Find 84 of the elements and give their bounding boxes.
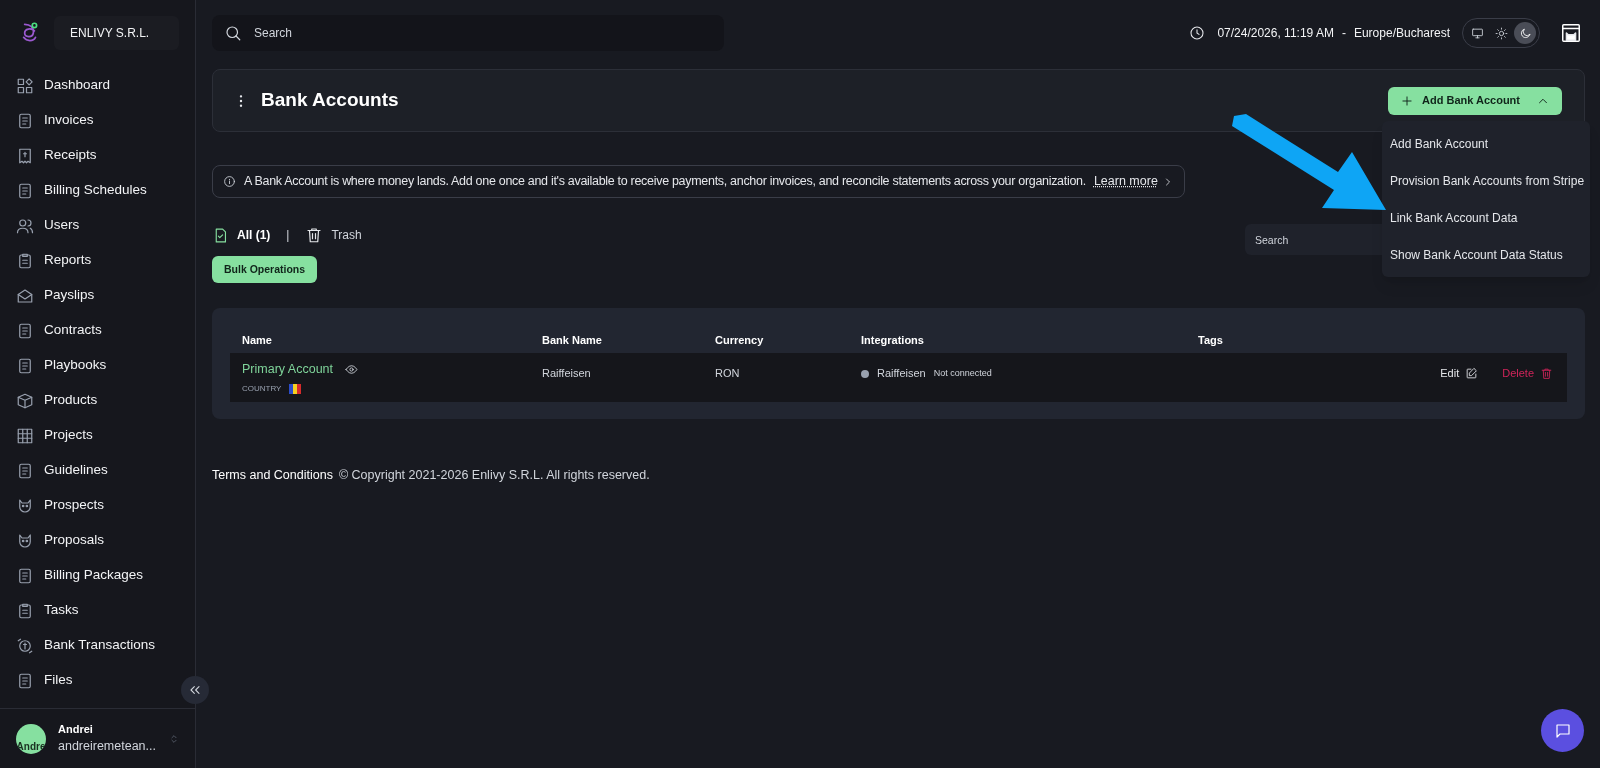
- separator-dash: -: [1341, 25, 1346, 42]
- column-header: Integrations: [861, 333, 925, 349]
- flag-icon: [289, 383, 302, 394]
- integration-name: Raiffeisen: [877, 366, 926, 382]
- box-icon: [16, 391, 34, 410]
- sidebar-item[interactable]: Dashboard: [16, 68, 179, 103]
- cat-icon: [16, 531, 34, 550]
- integration-status: Not connected: [933, 366, 992, 380]
- column-header: Bank Name: [542, 333, 603, 349]
- document-icon: [16, 321, 34, 340]
- sidebar-item[interactable]: Projects: [16, 418, 179, 453]
- column-header: Tags: [1198, 333, 1224, 349]
- trash-icon: [305, 226, 324, 244]
- clock-icon: [1189, 25, 1206, 41]
- learn-more-link[interactable]: Learn more: [1093, 172, 1174, 191]
- dashboard-icon: [16, 76, 34, 95]
- copyright-text: © Copyright 2021-2026 Enlivy S.R.L. All rights reserved.: [338, 467, 650, 484]
- sidebar-item[interactable]: Users: [16, 208, 179, 243]
- eye-icon: [345, 363, 358, 376]
- sidebar-item[interactable]: Prospects: [16, 488, 179, 523]
- user-email: andreiremetean...: [58, 738, 157, 756]
- menu-item[interactable]: Add Bank Account: [1382, 125, 1590, 162]
- document-icon: [16, 111, 34, 130]
- sidebar-item[interactable]: Files: [16, 663, 179, 698]
- receipt-icon: [16, 146, 34, 165]
- info-icon: [223, 175, 236, 188]
- search-field[interactable]: Search: [212, 15, 724, 51]
- sidebar-item[interactable]: Payslips: [16, 278, 179, 313]
- tab-divider: |: [286, 227, 290, 244]
- sidebar-item[interactable]: Bank Transactions: [16, 628, 179, 663]
- sidebar-item[interactable]: Products: [16, 383, 179, 418]
- company-name: ENLIVY S.R.L.: [54, 16, 179, 50]
- table-cell-text: RON: [715, 366, 741, 382]
- page-title: Bank Accounts: [261, 88, 399, 113]
- monitor-icon: [1470, 26, 1484, 40]
- sidebar-item[interactable]: Billing Schedules: [16, 173, 179, 208]
- timezone: Europe/Bucharest: [1353, 25, 1450, 42]
- document-icon: [16, 181, 34, 200]
- cat-window-icon: [1560, 22, 1582, 44]
- sidebar-item[interactable]: Reports: [16, 243, 179, 278]
- search-icon: [224, 24, 242, 42]
- bulk-operations-button[interactable]: Bulk Operations: [212, 256, 318, 283]
- sidebar-item[interactable]: Proposals: [16, 523, 179, 558]
- sidebar-item[interactable]: Invoices: [16, 103, 179, 138]
- cat-icon: [16, 496, 34, 515]
- column-header: Currency: [715, 333, 765, 349]
- document-icon: [16, 356, 34, 375]
- sidebar-item[interactable]: Contracts: [16, 313, 179, 348]
- plus-icon: [1400, 93, 1414, 108]
- terms-link[interactable]: Terms and Conditions: [212, 466, 333, 485]
- grid-icon: [16, 426, 34, 445]
- date-time: 07/24/2026, 11:19 AM: [1217, 25, 1334, 42]
- sidebar-item[interactable]: Tasks: [16, 593, 179, 628]
- theme-dark-button[interactable]: [1514, 22, 1536, 44]
- menu-item[interactable]: Provision Bank Accounts from Stripe: [1382, 162, 1590, 199]
- delete-button[interactable]: Delete: [1502, 365, 1553, 382]
- sidebar-item[interactable]: Billing Packages: [16, 558, 179, 593]
- clipboard-icon: [16, 601, 34, 620]
- add-bank-account-button[interactable]: Add Bank Account: [1388, 86, 1562, 115]
- document-icon: [16, 566, 34, 585]
- document-icon: [16, 671, 34, 690]
- user-name: Andrei: [58, 721, 94, 737]
- chat-button[interactable]: [1541, 709, 1584, 752]
- tab[interactable]: Trash: [305, 226, 362, 244]
- users-icon: [16, 216, 34, 235]
- sidebar-item[interactable]: Playbooks: [16, 348, 179, 383]
- edit-button[interactable]: Edit: [1440, 365, 1479, 382]
- account-name-link[interactable]: Primary Account: [242, 360, 333, 379]
- info-text: A Bank Account is where money lands. Add one once and it's available to receive payments, anchor invoices, and reconcile statements across your organization.: [244, 173, 1086, 191]
- table-cell-text: Raiffeisen: [542, 366, 592, 382]
- collapse-button[interactable]: [181, 676, 209, 704]
- document-icon: [16, 461, 34, 480]
- sidebar-item[interactable]: Guidelines: [16, 453, 179, 488]
- edit-icon: [1465, 367, 1479, 380]
- column-header: Name: [242, 333, 273, 349]
- country-label: COUNTRY: [242, 382, 282, 395]
- clipboard-icon: [16, 251, 34, 270]
- sun-icon: [1494, 26, 1508, 40]
- chat-icon: [1553, 721, 1572, 740]
- tab[interactable]: All (1): [212, 226, 271, 244]
- sidebar-item[interactable]: Receipts: [16, 138, 179, 173]
- moon-icon: [1518, 26, 1532, 40]
- coin-icon: [16, 636, 34, 655]
- trash-icon: [1540, 367, 1553, 380]
